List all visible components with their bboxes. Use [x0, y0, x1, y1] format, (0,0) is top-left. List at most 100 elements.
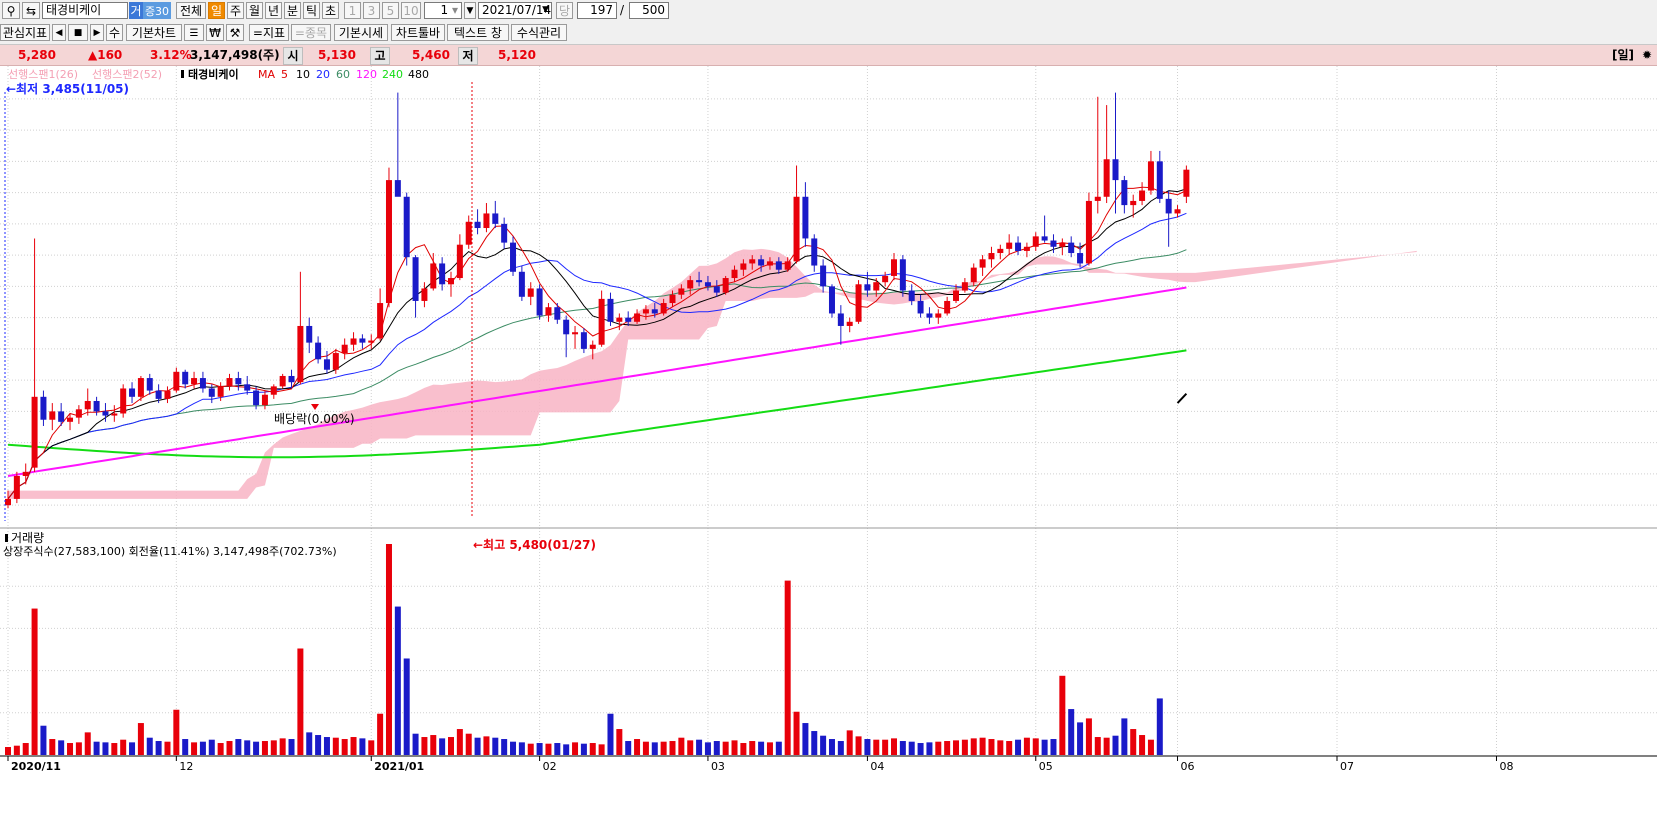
volume-bar — [93, 741, 100, 755]
formula-mgmt-button[interactable]: 수식관리 — [511, 24, 567, 41]
volume-bar — [403, 658, 410, 755]
sub-toolbar: 관심지표 ◀ ■ ▶ 수 기본차트 ☰ ₩ ⚒ =지표 =종목 기본시세 차트툴… — [0, 22, 1657, 45]
scroll-stop-icon[interactable]: ■ — [68, 24, 88, 41]
candle-body — [22, 471, 29, 476]
candle-body — [758, 259, 765, 266]
x-tick-label: 05 — [1039, 760, 1053, 773]
period-second-button[interactable]: 초 — [322, 2, 339, 19]
candle-body — [651, 309, 658, 314]
interval-input[interactable]: 1 ▾ — [424, 2, 462, 19]
barcode-icon[interactable]: ☰ — [184, 24, 204, 41]
candle-body — [846, 321, 853, 326]
stock-compare-button[interactable]: =종목 — [291, 24, 331, 41]
won-button[interactable]: ₩ — [206, 24, 224, 41]
period-week-button[interactable]: 주 — [227, 2, 244, 19]
volume-bar — [67, 743, 74, 755]
chart-toolbar-button[interactable]: 차트툴바 — [391, 24, 445, 41]
volume-bar — [129, 742, 136, 755]
date-select[interactable]: 2021/07/14 ▼ — [478, 2, 552, 19]
volume-bar — [1156, 698, 1163, 755]
volume-bar — [456, 729, 463, 755]
candle-body — [607, 298, 614, 322]
volume-bar — [279, 738, 286, 755]
volume-bar — [1015, 739, 1022, 755]
volume-title: 거래량 — [11, 531, 44, 545]
candle-body — [527, 288, 534, 297]
indicator-button[interactable]: =지표 — [249, 24, 289, 41]
period-tick-button[interactable]: 틱 — [303, 2, 320, 19]
candle-body — [146, 378, 153, 391]
su-button[interactable]: 수 — [106, 24, 123, 41]
wrench-icon[interactable]: ⚒ — [226, 24, 244, 41]
period-month-button[interactable]: 월 — [246, 2, 263, 19]
interval-5-button[interactable]: 5 — [382, 2, 399, 19]
tag-geo[interactable]: 거 — [129, 2, 143, 19]
date-value: 2021/07/14 — [482, 3, 552, 17]
scroll-right-icon[interactable]: ▶ — [90, 24, 104, 41]
period-minute-button[interactable]: 분 — [284, 2, 301, 19]
legend-ma5: 5 — [281, 68, 288, 81]
volume-bar — [607, 713, 614, 755]
current-button[interactable]: 당 — [556, 2, 573, 19]
volume-bar — [1077, 722, 1084, 755]
settings-icon[interactable]: ✹ — [1642, 47, 1652, 63]
volume-bar — [722, 741, 729, 755]
basic-chart-button[interactable]: 기본차트 — [126, 24, 182, 41]
candle-body — [253, 390, 260, 406]
basic-quote-button[interactable]: 기본시세 — [334, 24, 388, 41]
candle-body — [563, 319, 570, 335]
candle-body — [634, 313, 641, 322]
spin-icon[interactable]: ▾ — [452, 3, 458, 17]
volume-bar — [22, 743, 29, 755]
volume-bar — [908, 741, 915, 755]
candle-body — [953, 290, 960, 301]
candle-body — [572, 332, 579, 335]
volume-bar — [182, 739, 189, 755]
volume-bar — [199, 741, 206, 755]
candle-body — [323, 359, 330, 370]
x-tick-label: 03 — [711, 760, 725, 773]
volume-bar — [306, 732, 313, 755]
period-year-button[interactable]: 년 — [265, 2, 282, 19]
chevron-down-icon[interactable]: ▼ — [464, 2, 476, 19]
candle-body — [1068, 242, 1075, 254]
stock-name-input[interactable]: 태경비케이 — [42, 2, 128, 19]
volume-bar — [412, 733, 419, 755]
candle-body — [421, 288, 428, 301]
candle-body — [616, 317, 623, 322]
price-chart[interactable]: 2020/11 12 2021/01 02 03 04 05 06 07 08 선행스팬1(26)… — [0, 66, 1657, 814]
volume-bar — [855, 736, 862, 755]
candle-body — [58, 411, 65, 422]
candle-body — [1103, 159, 1110, 197]
count-input[interactable]: 197 — [577, 2, 617, 19]
candle-body — [696, 280, 703, 283]
interval-3-button[interactable]: 3 — [363, 2, 380, 19]
search-icon[interactable]: ⚲ — [2, 2, 20, 19]
candle-body — [740, 263, 747, 270]
refresh-icon[interactable]: ⇆ — [22, 2, 40, 19]
candle-body — [84, 400, 91, 410]
candle-body — [155, 390, 162, 399]
period-day-button[interactable]: 일 — [208, 2, 225, 19]
interest-indicator-button[interactable]: 관심지표 — [0, 24, 50, 41]
period-all-button[interactable]: 전체 — [176, 2, 206, 19]
volume-bar — [1050, 739, 1057, 755]
text-window-button[interactable]: 텍스트 창 — [447, 24, 509, 41]
dropdown-arrow-icon[interactable]: ▼ — [542, 3, 549, 18]
scroll-left-icon[interactable]: ◀ — [52, 24, 66, 41]
tag-jeung30[interactable]: 증30 — [143, 2, 171, 19]
candle-body — [164, 390, 171, 399]
candle-body — [908, 290, 915, 301]
candle-body — [1085, 200, 1092, 264]
volume-bar — [740, 743, 747, 755]
interval-1-button[interactable]: 1 — [344, 2, 361, 19]
candle-body — [793, 196, 800, 262]
dividend-annotation: 배당락(0.00%) — [274, 412, 355, 426]
total-input[interactable]: 500 — [629, 2, 669, 19]
candle-body — [217, 386, 224, 397]
volume-bar — [917, 743, 924, 755]
interval-10-button[interactable]: 10 — [401, 2, 421, 19]
volume-bar — [811, 731, 818, 755]
price-change: ▲160 — [88, 48, 123, 62]
candle-body — [917, 300, 924, 314]
